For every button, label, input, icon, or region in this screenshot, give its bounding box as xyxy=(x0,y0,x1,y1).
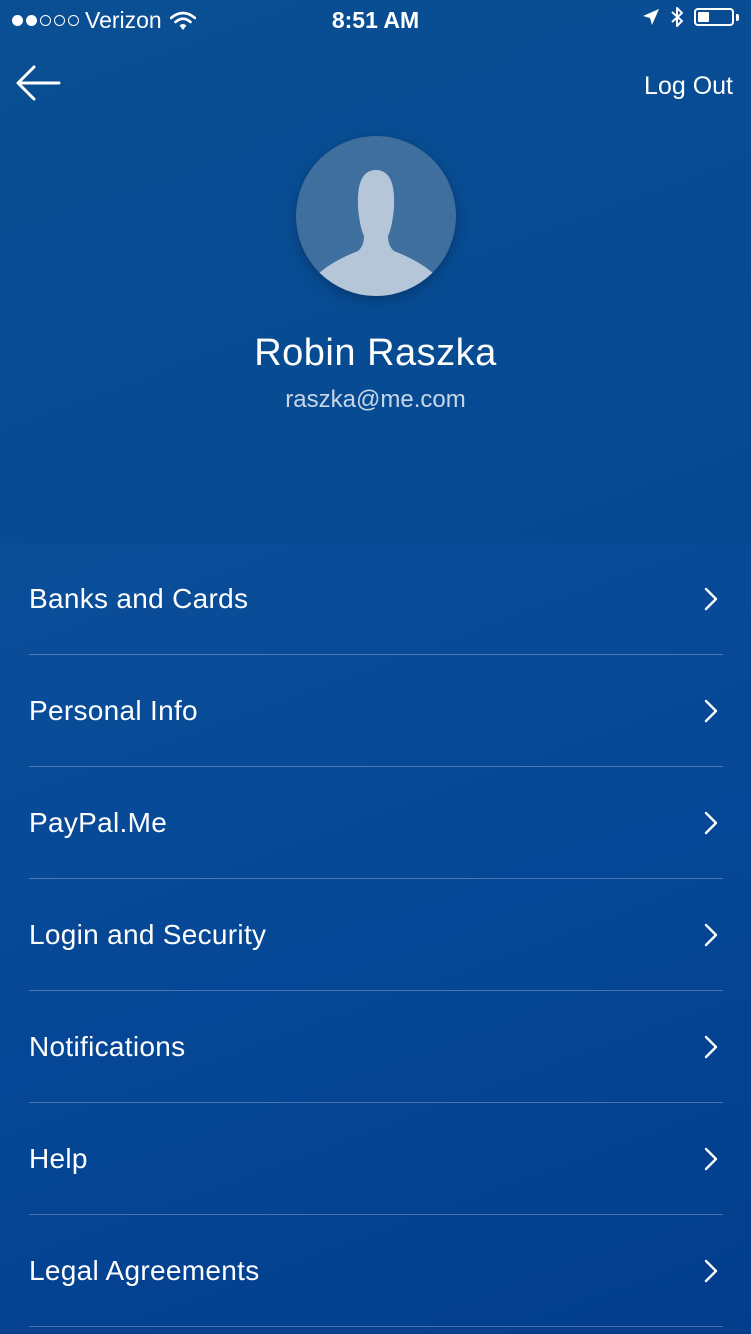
menu-item-label: PayPal.Me xyxy=(29,806,168,838)
menu-item-label: Help xyxy=(29,1142,88,1174)
menu-item-legal-agreements[interactable]: Legal Agreements xyxy=(29,1215,723,1327)
chevron-right-icon xyxy=(704,587,718,610)
menu-item-help[interactable]: Help xyxy=(29,1103,723,1215)
chevron-right-icon xyxy=(704,699,718,722)
profile-email: raszka@me.com xyxy=(285,386,466,413)
battery-icon xyxy=(694,8,734,26)
chevron-right-icon xyxy=(704,923,718,946)
menu-item-notifications[interactable]: Notifications xyxy=(29,991,723,1103)
bluetooth-icon xyxy=(671,7,683,27)
arrow-left-icon xyxy=(16,65,61,101)
avatar[interactable] xyxy=(296,136,456,296)
back-button[interactable] xyxy=(14,62,64,104)
menu-item-personal-info[interactable]: Personal Info xyxy=(29,655,723,767)
menu-item-banks-and-cards[interactable]: Banks and Cards xyxy=(29,543,723,655)
chevron-right-icon xyxy=(704,811,718,834)
menu-item-label: Notifications xyxy=(29,1030,186,1062)
chevron-right-icon xyxy=(704,1035,718,1058)
person-silhouette-icon xyxy=(316,170,436,296)
chevron-right-icon xyxy=(704,1259,718,1282)
menu-item-label: Legal Agreements xyxy=(29,1254,260,1286)
chevron-right-icon xyxy=(704,1147,718,1170)
profile-name: Robin Raszka xyxy=(254,332,497,374)
status-bar: Verizon 8:51 AM xyxy=(0,0,751,40)
menu-item-paypal-me[interactable]: PayPal.Me xyxy=(29,767,723,879)
menu-item-login-and-security[interactable]: Login and Security xyxy=(29,879,723,991)
logout-button[interactable]: Log Out xyxy=(644,72,733,101)
status-right xyxy=(642,6,739,28)
battery-tip xyxy=(736,13,739,21)
location-arrow-icon xyxy=(643,9,659,25)
battery-level xyxy=(698,12,709,22)
menu-item-label: Login and Security xyxy=(29,918,267,950)
menu-item-label: Personal Info xyxy=(29,694,198,726)
status-time: 8:51 AM xyxy=(331,7,420,33)
menu-item-label: Banks and Cards xyxy=(29,582,249,614)
settings-menu: Banks and Cards Personal Info PayPal.Me … xyxy=(0,543,751,1334)
